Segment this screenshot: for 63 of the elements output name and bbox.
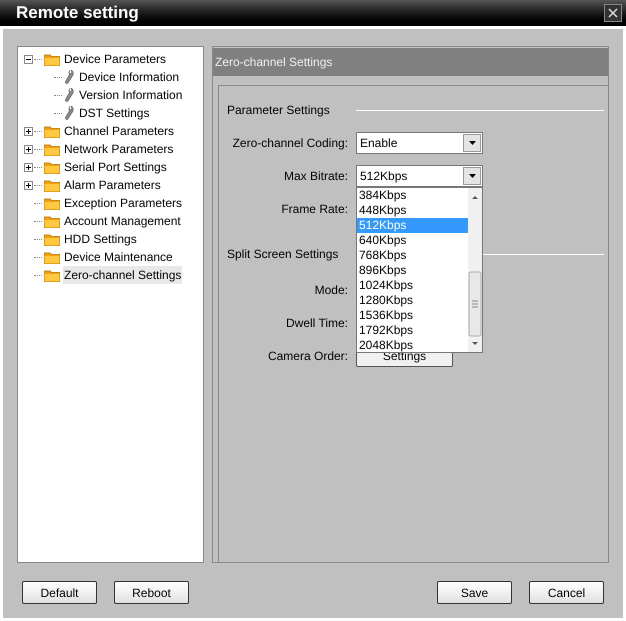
dropdown-option[interactable]: 1792Kbps: [357, 323, 468, 338]
expand-icon[interactable]: [24, 126, 33, 136]
collapse-icon[interactable]: [24, 54, 33, 64]
folder-icon: [44, 142, 60, 156]
tree-item[interactable]: Device Maintenance: [63, 248, 174, 266]
field-label: Mode:: [314, 282, 348, 299]
dialog-button[interactable]: Cancel: [529, 581, 604, 604]
dropdown-option[interactable]: 896Kbps: [357, 263, 468, 278]
section-title: Parameter Settings: [227, 102, 331, 119]
caret-icon: [468, 141, 476, 145]
tree-item[interactable]: Serial Port Settings: [63, 158, 168, 176]
tree-item[interactable]: DST Settings: [78, 104, 150, 122]
close-button[interactable]: [604, 4, 622, 22]
dropdown-option[interactable]: 1024Kbps: [357, 278, 468, 293]
field-label: Dwell Time:: [284, 315, 348, 332]
expand-icon[interactable]: [24, 180, 33, 190]
caret-icon: [468, 174, 476, 178]
dropdown-option[interactable]: 1280Kbps: [357, 293, 468, 308]
tree-item[interactable]: Zero-channel Settings: [63, 266, 182, 284]
tree-item[interactable]: Exception Parameters: [63, 194, 184, 212]
folder-icon: [44, 214, 60, 228]
window-title: Remote setting: [16, 2, 139, 24]
folder-icon: [44, 232, 60, 246]
dialog-button[interactable]: Reboot: [114, 581, 189, 604]
dropdown-option[interactable]: 640Kbps: [357, 233, 468, 248]
folder-icon: [44, 52, 60, 66]
dropdown-arrow-button[interactable]: [463, 167, 481, 185]
tree-item[interactable]: HDD Settings: [63, 230, 138, 248]
dropdown-option[interactable]: 448Kbps: [357, 203, 468, 218]
dialog-button[interactable]: Default: [22, 581, 97, 604]
dropdown-option[interactable]: 768Kbps: [357, 248, 468, 263]
field-label: Zero-channel Coding:: [232, 135, 348, 152]
folder-icon: [44, 160, 60, 174]
field-label: Max Bitrate:: [282, 168, 348, 185]
wrench-icon: [64, 70, 75, 84]
field-label: Frame Rate:: [280, 201, 348, 218]
field-label: Camera Order:: [266, 348, 348, 365]
select-field[interactable]: 512Kbps: [356, 165, 483, 187]
section-title: Split Screen Settings: [227, 246, 340, 263]
tree-item[interactable]: Device Information: [78, 68, 180, 86]
dropdown-option[interactable]: 384Kbps: [357, 188, 468, 203]
folder-icon: [44, 178, 60, 192]
wrench-icon: [64, 106, 75, 120]
tree-item[interactable]: Version Information: [78, 86, 184, 104]
expand-icon[interactable]: [24, 144, 33, 154]
select-field[interactable]: Enable: [356, 132, 483, 154]
folder-icon: [44, 250, 60, 264]
tree-item[interactable]: Network Parameters: [63, 140, 174, 158]
tree-item[interactable]: Account Management: [63, 212, 182, 230]
folder-icon: [44, 268, 60, 282]
folder-icon: [44, 124, 60, 138]
dialog-button[interactable]: Save: [437, 581, 512, 604]
wrench-icon: [64, 88, 75, 102]
close-icon: [608, 8, 618, 18]
dropdown-option[interactable]: 1536Kbps: [357, 308, 468, 323]
scrollbar-icon[interactable]: [468, 188, 482, 352]
folder-icon: [44, 196, 60, 210]
dropdown-arrow-button[interactable]: [463, 134, 481, 152]
tree-item[interactable]: Device Parameters: [63, 50, 168, 68]
panel-title: Zero-channel Settings: [215, 54, 332, 71]
tree-item[interactable]: Channel Parameters: [63, 122, 176, 140]
tree-item[interactable]: Alarm Parameters: [63, 176, 162, 194]
expand-icon[interactable]: [24, 162, 33, 172]
